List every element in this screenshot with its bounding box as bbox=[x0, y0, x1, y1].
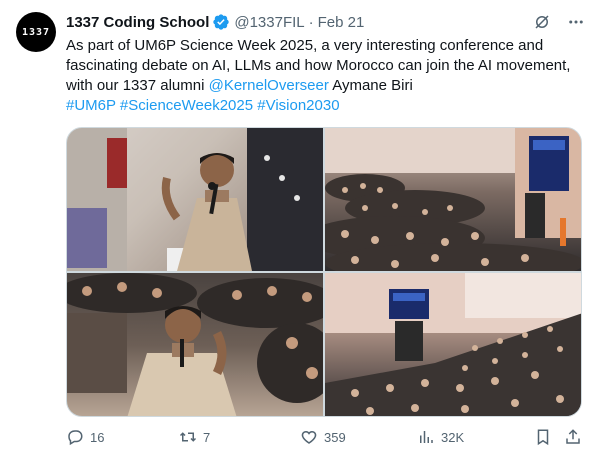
tweet-actions: 16 7 359 32K bbox=[66, 428, 582, 452]
share-button[interactable] bbox=[564, 428, 582, 446]
views-button[interactable]: 32K bbox=[417, 428, 464, 446]
speaker-with-microphone-photo[interactable] bbox=[67, 128, 323, 271]
post-date[interactable]: Feb 21 bbox=[318, 14, 365, 31]
hashtag-link[interactable]: #UM6P bbox=[66, 97, 116, 114]
lecture-hall-wide-photo[interactable] bbox=[325, 273, 581, 416]
share-icon bbox=[566, 429, 580, 444]
tweet-text: As part of UM6P Science Week 2025, a ver… bbox=[66, 36, 586, 116]
auditorium-audience-photo[interactable] bbox=[325, 128, 581, 271]
repost-icon bbox=[179, 432, 197, 442]
more-options-icon[interactable] bbox=[566, 12, 586, 32]
mention-link[interactable]: @KernelOverseer bbox=[209, 77, 329, 94]
like-button[interactable]: 359 bbox=[300, 428, 346, 446]
header-actions bbox=[532, 12, 586, 32]
media-grid bbox=[66, 127, 582, 417]
like-count: 359 bbox=[324, 429, 346, 445]
separator: · bbox=[308, 13, 314, 31]
tweet-header: 1337 Coding School @1337FIL · Feb 21 bbox=[66, 12, 586, 32]
tweet: 1337 1337 Coding School @1337FIL · Feb 2… bbox=[0, 0, 599, 463]
repost-button[interactable]: 7 bbox=[179, 428, 210, 446]
hashtag-link[interactable]: #ScienceWeek2025 bbox=[120, 97, 253, 114]
repost-count: 7 bbox=[203, 429, 211, 445]
bookmark-button[interactable] bbox=[534, 428, 552, 446]
reply-count: 16 bbox=[90, 429, 105, 445]
tweet-body-end: Aymane Biri bbox=[328, 77, 413, 94]
reply-icon bbox=[68, 430, 83, 446]
avatar[interactable]: 1337 bbox=[16, 12, 56, 52]
avatar-logo: 1337 bbox=[21, 26, 51, 38]
heart-icon bbox=[301, 430, 317, 444]
speaker-gesturing-photo[interactable] bbox=[67, 273, 323, 416]
verified-badge-icon bbox=[212, 13, 230, 31]
author-handle[interactable]: @1337FIL bbox=[234, 14, 304, 31]
hashtag-link[interactable]: #Vision2030 bbox=[257, 97, 339, 114]
bookmark-icon bbox=[537, 429, 549, 446]
analytics-icon bbox=[420, 431, 433, 443]
reply-button[interactable]: 16 bbox=[66, 428, 104, 446]
view-count: 32K bbox=[441, 429, 465, 445]
grok-icon[interactable] bbox=[532, 12, 552, 32]
author-name[interactable]: 1337 Coding School bbox=[66, 14, 209, 31]
